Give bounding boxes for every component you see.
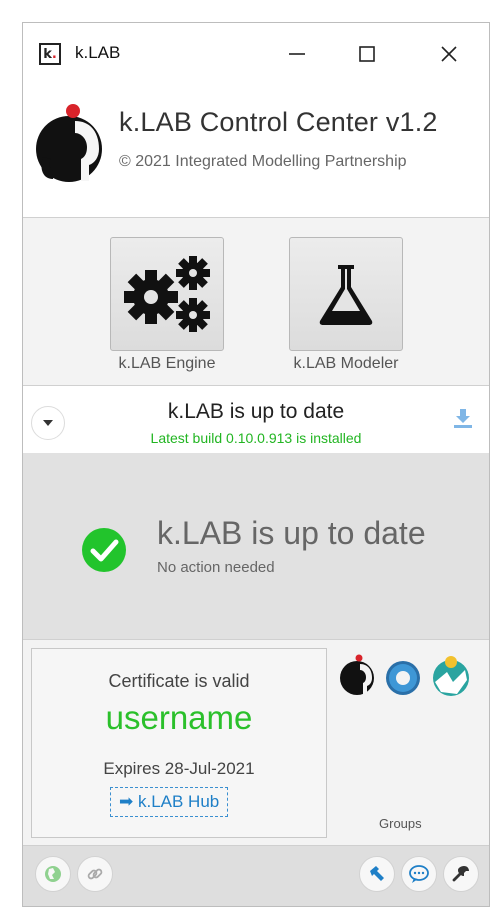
gear-group-icon[interactable]	[386, 661, 420, 695]
update-status-bar: k.LAB is up to date Latest build 0.10.0.…	[23, 385, 489, 455]
username-text: username	[105, 699, 253, 736]
globe-group-icon[interactable]	[433, 656, 469, 696]
app-icon-dot: .	[51, 46, 57, 62]
certificate-box: Certificate is valid username Expires 28…	[31, 648, 327, 838]
window-title: k.LAB	[75, 43, 121, 62]
group-icons	[340, 654, 469, 696]
wrench-icon	[452, 866, 469, 882]
app-icon: k.	[39, 43, 61, 65]
flask-icon	[319, 265, 373, 325]
link-icon	[87, 868, 103, 880]
certificate-valid-text: Certificate is valid	[108, 671, 250, 691]
minimize-icon	[289, 53, 305, 55]
control-center-title: k.LAB Control Center v1.2	[119, 107, 438, 137]
app-icon-letter: k	[43, 46, 52, 62]
maximize-icon	[359, 46, 375, 62]
settings-button[interactable]	[443, 856, 479, 892]
update-status-subtitle: Latest build 0.10.0.913 is installed	[150, 430, 362, 446]
connection-link-button[interactable]	[77, 856, 113, 892]
close-button[interactable]	[419, 35, 479, 73]
main-status-panel: k.LAB is up to date No action needed	[23, 453, 489, 640]
hammer-icon	[370, 866, 384, 881]
bottom-toolbar	[23, 845, 489, 906]
minimize-button[interactable]	[267, 35, 327, 73]
maximize-button[interactable]	[337, 35, 397, 73]
title-bar[interactable]: k. k.LAB	[23, 23, 489, 85]
certificate-area: Certificate is valid username Expires 28…	[23, 640, 489, 845]
certificate-expiry: Expires 28-Jul-2021	[103, 759, 255, 778]
chat-button[interactable]	[401, 856, 437, 892]
klab-group-icon[interactable]	[340, 654, 374, 696]
klab-hub-link[interactable]: ➡ k.LAB Hub	[110, 787, 229, 817]
close-icon	[441, 46, 457, 62]
main-status-subtitle: No action needed	[157, 559, 275, 576]
network-status-button[interactable]	[35, 856, 71, 892]
globe-icon	[45, 866, 61, 882]
download-icon[interactable]	[451, 406, 475, 430]
app-header: k.LAB Control Center v1.2 © 2021 Integra…	[23, 85, 489, 218]
build-tools-button[interactable]	[359, 856, 395, 892]
main-status-title: k.LAB is up to date	[157, 515, 426, 551]
klab-elephant-logo	[36, 104, 102, 182]
gears-icon	[124, 256, 210, 332]
groups-label: Groups	[379, 816, 422, 831]
klab-engine-label: k.LAB Engine	[118, 355, 216, 372]
klab-modeler-button[interactable]	[289, 237, 403, 351]
tool-launchers: k.LAB Engine k.LAB Modeler	[23, 217, 489, 385]
copyright-text: © 2021 Integrated Modelling Partnership	[119, 153, 407, 170]
chat-bubble-icon	[409, 865, 429, 883]
check-circle-icon	[82, 528, 126, 572]
klab-engine-button[interactable]	[110, 237, 224, 351]
app-window: k. k.LAB k.LAB Control Center v1.2 © 202…	[22, 22, 490, 907]
klab-modeler-label: k.LAB Modeler	[293, 355, 399, 372]
update-status-title: k.LAB is up to date	[167, 400, 345, 423]
